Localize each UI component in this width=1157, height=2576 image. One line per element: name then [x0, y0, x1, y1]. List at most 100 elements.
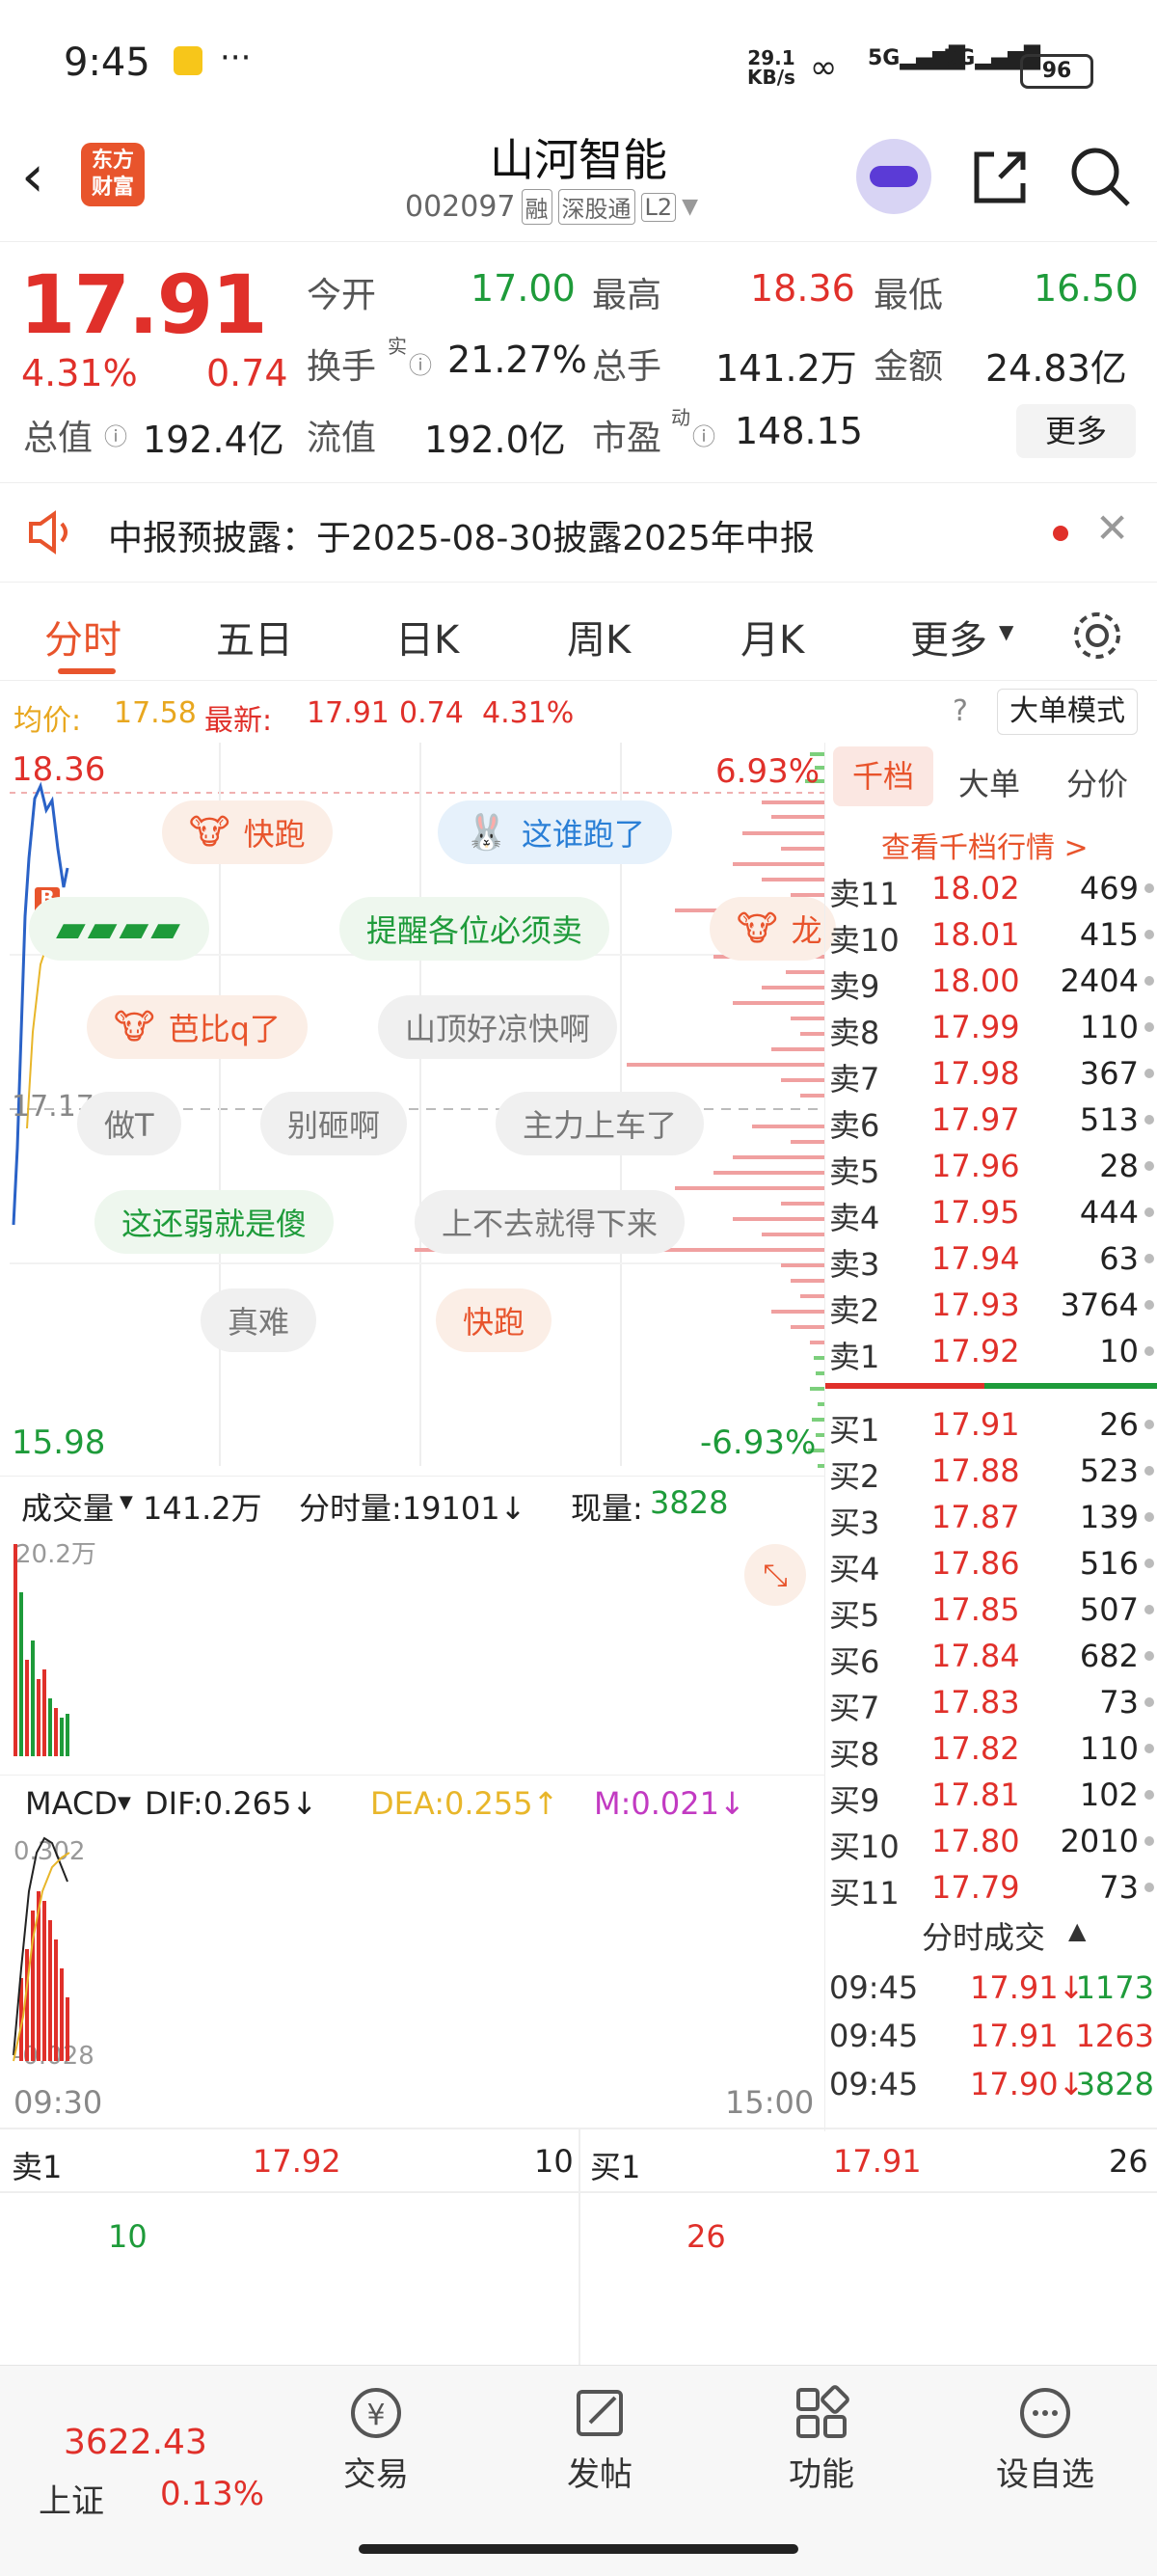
- tick-panel[interactable]: 分时成交 ▲ 09:45 17.91↓ 1173 09:45 17.91 1263 09:4…: [825, 1906, 1157, 2137]
- comment-bubble[interactable]: 🐰 这谁跑了: [438, 800, 672, 864]
- comment-bubble[interactable]: 🐮 芭比q了: [87, 995, 308, 1059]
- ask-row[interactable]: 卖11 18.02 469: [825, 864, 1157, 912]
- volume-label[interactable]: 成交量: [21, 1484, 114, 1529]
- ask-row[interactable]: 卖3 17.94 63: [825, 1234, 1157, 1283]
- volume-dropdown-icon[interactable]: ▼: [120, 1492, 133, 1512]
- tab-monthly-k[interactable]: 月K: [740, 609, 804, 664]
- comment-bubble[interactable]: 主力上车了: [496, 1092, 705, 1155]
- volume-panel[interactable]: 成交量 ▼ 141.2万 分时量:19101↓ 现量: 3828 20.2万 ⤡: [0, 1476, 824, 1776]
- big-order-mode-button[interactable]: 大单模式: [997, 689, 1138, 735]
- ask-price: 17.93: [931, 1287, 1020, 1323]
- speaker-icon: [29, 510, 67, 555]
- ask-row[interactable]: 卖10 18.01 415: [825, 910, 1157, 959]
- tick-volume: 1173: [1075, 1969, 1154, 2006]
- ask-row[interactable]: 卖8 17.99 110: [825, 1003, 1157, 1051]
- ask-level-label: 卖10: [829, 922, 900, 959]
- ask-level-label: 卖4: [829, 1200, 880, 1236]
- current-volume-value: 3828: [650, 1484, 729, 1521]
- index-value[interactable]: 3622.43: [64, 2423, 207, 2462]
- comment-bubble[interactable]: 做T: [77, 1092, 181, 1155]
- tab-big-order[interactable]: 大单: [958, 760, 1020, 804]
- bid-row[interactable]: 买6 17.84 682: [825, 1632, 1157, 1680]
- depth-link[interactable]: 查看千档行情 >: [881, 824, 1089, 866]
- tab-price-split[interactable]: 分价: [1066, 760, 1128, 804]
- comment-text: 主力上车了: [523, 1107, 678, 1144]
- bid-row[interactable]: 买8 17.82 110: [825, 1724, 1157, 1773]
- tab-weekly-k[interactable]: 周K: [567, 609, 631, 664]
- bid-row[interactable]: 买4 17.86 516: [825, 1539, 1157, 1587]
- comment-bubble[interactable]: 这还弱就是傻: [94, 1190, 335, 1254]
- rise-emoji-icon: ▰▰▰▰: [56, 907, 183, 951]
- comment-bubble[interactable]: 真难: [201, 1288, 317, 1352]
- settings-gear-icon[interactable]: [1070, 609, 1124, 663]
- comment-bubble[interactable]: 山顶好凉快啊: [378, 995, 618, 1059]
- comment-bubble[interactable]: 上不去就得下来: [415, 1190, 686, 1254]
- info-icon-2[interactable]: ⓘ: [104, 418, 127, 451]
- share-icon[interactable]: [969, 147, 1031, 208]
- bid-row[interactable]: 买9 17.81 102: [825, 1771, 1157, 1819]
- macd-dropdown-icon[interactable]: ▼: [118, 1793, 131, 1813]
- dropdown-icon[interactable]: ▼: [682, 195, 698, 219]
- ask-row[interactable]: 卖9 18.00 2404: [825, 957, 1157, 1005]
- bid-row[interactable]: 买11 17.79 73: [825, 1863, 1157, 1912]
- ask-indicator-dot: [1144, 930, 1154, 939]
- pct-axis-bottom: -6.93%: [700, 1424, 817, 1462]
- comment-bubble[interactable]: 提醒各位必须卖: [339, 897, 610, 961]
- info-icon-3[interactable]: ⓘ: [692, 418, 715, 451]
- info-icon[interactable]: ⓘ: [409, 346, 432, 380]
- nav-functions[interactable]: 功能: [725, 2373, 918, 2495]
- ask-row[interactable]: 卖1 17.92 10: [825, 1327, 1157, 1375]
- bid-row[interactable]: 买5 17.85 507: [825, 1586, 1157, 1634]
- ask-row[interactable]: 卖4 17.95 444: [825, 1188, 1157, 1236]
- close-icon[interactable]: ✕: [1095, 504, 1129, 552]
- macd-label[interactable]: MACD: [25, 1785, 118, 1822]
- index-pct[interactable]: 0.13%: [160, 2475, 264, 2513]
- help-icon[interactable]: ?: [953, 694, 968, 728]
- tick-time: 09:45: [829, 1969, 919, 2006]
- ask-row[interactable]: 卖5 17.96 28: [825, 1142, 1157, 1190]
- tick-price: 17.90↓: [970, 2066, 1085, 2102]
- bid-volume: 102: [1079, 1776, 1139, 1813]
- tick-price: 17.91: [970, 2018, 1059, 2054]
- index-name[interactable]: 上证: [39, 2475, 104, 2522]
- comment-bubble[interactable]: 🐮 龙: [710, 897, 836, 961]
- macd-panel[interactable]: MACD ▼ DIF:0.265↓ DEA:0.255↑ M:0.021↓ 0.…: [0, 1775, 824, 2121]
- nav-post[interactable]: 发帖: [503, 2373, 696, 2495]
- bid-indicator-dot: [1144, 1836, 1154, 1846]
- comment-bubble[interactable]: ▰▰▰▰: [29, 897, 210, 961]
- ask-row[interactable]: 卖6 17.97 513: [825, 1096, 1157, 1144]
- high-label: 最高: [592, 276, 662, 315]
- more-button[interactable]: 更多: [1016, 404, 1136, 458]
- nav-trade[interactable]: ¥ 交易: [280, 2373, 472, 2495]
- bid-row[interactable]: 买2 17.88 523: [825, 1447, 1157, 1495]
- status-bar: 9:45 ··· 29.1 KB/s ∞ 5G▂▄▆█ 5G▂▄▆█ 96: [0, 0, 1157, 125]
- bid-row[interactable]: 买1 17.91 26: [825, 1400, 1157, 1449]
- search-icon[interactable]: [1068, 145, 1132, 208]
- comment-bubble[interactable]: 🐮 快跑: [162, 800, 333, 864]
- bid-level-label: 买5: [829, 1597, 880, 1634]
- bid-row[interactable]: 买10 17.80 2010: [825, 1817, 1157, 1865]
- intraday-chart[interactable]: 18.36 6.93% 17.17 15.98 -6.93% B 🐮 快跑 🐰 …: [0, 743, 836, 1476]
- ask-row[interactable]: 卖2 17.93 3764: [825, 1281, 1157, 1329]
- time-end: 15:00: [725, 2084, 815, 2121]
- nav-add-watchlist[interactable]: 设自选: [949, 2373, 1142, 2495]
- bid-indicator-dot: [1144, 1883, 1154, 1892]
- back-icon[interactable]: ‹: [21, 143, 44, 210]
- tab-fenshi[interactable]: 分时: [44, 609, 121, 664]
- ask-row[interactable]: 卖7 17.98 367: [825, 1049, 1157, 1098]
- comment-bubble[interactable]: 快跑: [436, 1288, 552, 1352]
- assistant-avatar[interactable]: [856, 139, 931, 214]
- ask-indicator-dot: [1144, 1069, 1154, 1078]
- tab-more[interactable]: 更多: [910, 609, 987, 664]
- ask-indicator-dot: [1144, 1207, 1154, 1217]
- bid-row[interactable]: 买3 17.87 139: [825, 1493, 1157, 1541]
- tab-five-day[interactable]: 五日: [216, 609, 293, 664]
- more-circle-icon: [1020, 2388, 1070, 2438]
- notice-bar[interactable]: 中报预披露：于2025-08-30披露2025年中报 ✕: [0, 482, 1157, 583]
- tab-daily-k[interactable]: 日K: [395, 609, 459, 664]
- tab-qiandang[interactable]: 千档: [833, 746, 933, 806]
- ticks-caret-icon[interactable]: ▲: [1068, 1917, 1086, 1944]
- bid-row[interactable]: 买7 17.83 73: [825, 1678, 1157, 1726]
- ask-level-label: 卖8: [829, 1015, 880, 1051]
- comment-bubble[interactable]: 别砸啊: [260, 1092, 408, 1155]
